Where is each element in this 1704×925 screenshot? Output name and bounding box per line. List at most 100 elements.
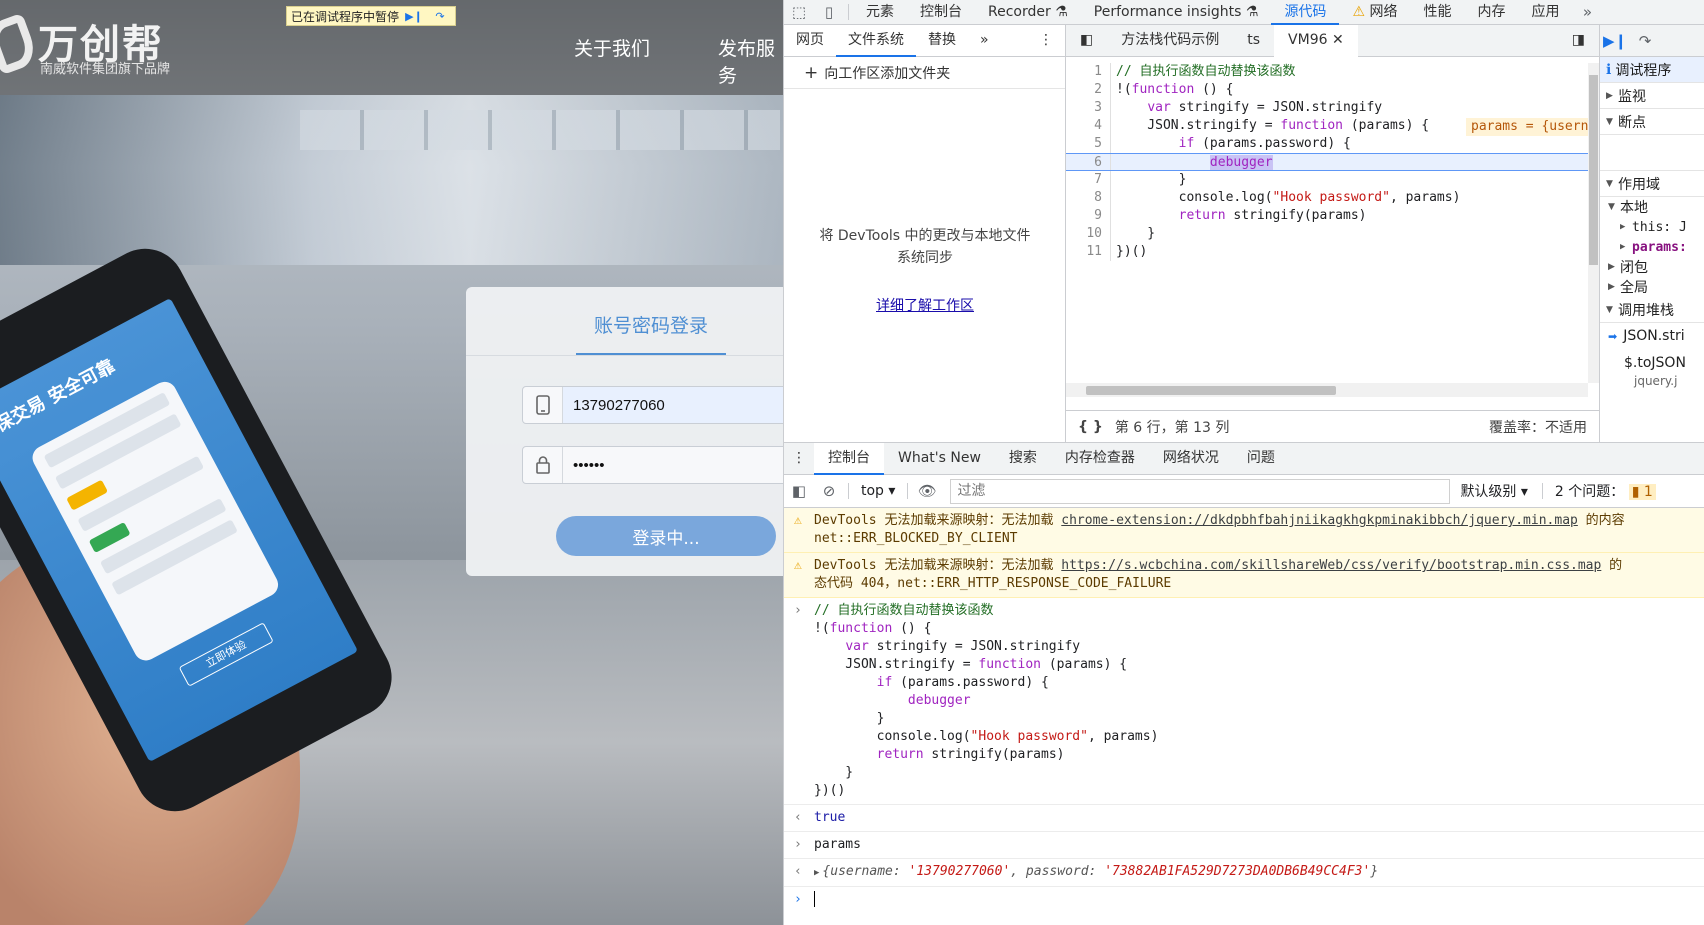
tab-memory[interactable]: 内存 [1464, 0, 1518, 25]
tab-application[interactable]: 应用 [1518, 0, 1572, 25]
background-windows [300, 110, 780, 150]
watch-section[interactable]: ▶ 监视 [1600, 83, 1704, 109]
nav-about[interactable]: 关于我们 [574, 34, 650, 61]
flask-icon: ⚗ [1245, 3, 1259, 20]
toggle-debugger-icon[interactable]: ◨ [1558, 25, 1599, 57]
callstack-section[interactable]: ▼ 调用堆栈 [1600, 297, 1704, 323]
editor-horizontal-scrollbar[interactable] [1066, 383, 1588, 397]
workspace-empty-text: 将 DevTools 中的更改与本地文件系统同步 [819, 228, 1031, 266]
callstack-frame-file[interactable]: jquery.j [1600, 373, 1704, 389]
tab-recorder[interactable]: Recorder ⚗ [975, 0, 1081, 25]
logo-icon[interactable] [0, 12, 40, 76]
debugger-toolbar: ▶❙ ↷ [1600, 25, 1704, 57]
drawer-tab-memory-inspector[interactable]: 内存检查器 [1051, 443, 1149, 475]
scope-closure[interactable]: ▶ 闭包 [1600, 257, 1704, 277]
drawer-tab-issues[interactable]: 问题 [1233, 443, 1289, 475]
inspect-element-icon[interactable]: ⬚ [784, 0, 814, 25]
drawer-tab-console[interactable]: 控制台 [814, 442, 884, 475]
code-line: 1// 自执行函数自动替换该函数 [1066, 63, 1588, 81]
add-folder-button[interactable]: + 向工作区添加文件夹 [784, 57, 1065, 89]
editor-tabs: ◧ 方法栈代码示例 ts VM96 ✕ ◨ [1066, 24, 1599, 57]
breakpoints-section[interactable]: ▼ 断点 [1600, 109, 1704, 135]
issues-count-badge: ▮ 1 [1628, 484, 1656, 500]
scope-section[interactable]: ▼ 作用域 [1600, 171, 1704, 197]
drawer-tab-network-conditions[interactable]: 网络状况 [1149, 443, 1233, 475]
drawer-menu-icon[interactable]: ⋮ [784, 443, 814, 475]
console-warning: ⚠ DevTools 无法加载来源映射：无法加载 chrome-extension… [784, 508, 1704, 553]
pretty-print-icon[interactable]: { } [1066, 419, 1115, 435]
expand-triangle-icon[interactable]: ▶ [814, 868, 819, 878]
nav-tab-page[interactable]: 网页 [784, 25, 836, 57]
login-tab-password[interactable]: 账号密码登录 [576, 311, 726, 338]
clear-console-icon[interactable]: ⊘ [814, 479, 844, 504]
website-viewport: 万创帮 南威软件集团旗下品牌 关于我们 发布服务 已在调试程序中暂停 ▶❙ ↷ … [0, 0, 783, 925]
nav-tab-overrides[interactable]: 替换 [916, 25, 968, 57]
scope-this[interactable]: ▶ this: J [1600, 217, 1704, 237]
logo-subtitle: 南威软件集团旗下品牌 [40, 62, 171, 77]
nav-publish[interactable]: 发布服务 [718, 34, 783, 88]
tab-performance-insights[interactable]: Performance insights ⚗ [1081, 0, 1272, 25]
kebab-menu-icon[interactable]: ⋮ [1027, 25, 1065, 57]
drawer-tab-search[interactable]: 搜索 [995, 443, 1051, 475]
mobile-phone-icon [523, 387, 563, 423]
console-filter-input[interactable] [950, 478, 1451, 504]
editor-vertical-scrollbar[interactable] [1588, 63, 1599, 383]
resume-icon[interactable]: ▶❙ [1600, 28, 1630, 53]
code-view[interactable]: 1// 自执行函数自动替换该函数 2 !(function () { 3 var … [1066, 63, 1588, 373]
scope-params[interactable]: ▶ params: [1600, 237, 1704, 257]
devtools-panel: ⬚ ▯ 元素 控制台 Recorder ⚗ Performance insigh… [783, 0, 1704, 925]
editor-tab-method-stack[interactable]: 方法栈代码示例 [1107, 25, 1233, 57]
sourcemap-link[interactable]: chrome-extension://dkdpbhfbahjniikagkhgk… [1061, 513, 1578, 528]
nav-tab-filesystem[interactable]: 文件系统 [836, 25, 916, 57]
lock-icon [523, 447, 563, 483]
console-prompt[interactable]: › [784, 887, 1704, 917]
phone-input[interactable] [563, 387, 783, 423]
more-nav-tabs-icon[interactable]: » [968, 25, 1001, 57]
code-line: 9 return stringify(params) [1066, 207, 1588, 225]
live-expression-eye-icon[interactable]: 👁 [912, 479, 942, 504]
breakpoints-content [1600, 135, 1704, 171]
scope-local[interactable]: ▼ 本地 [1600, 197, 1704, 217]
code-line-paused: 6 debugger [1066, 153, 1588, 171]
source-editor: ◧ 方法栈代码示例 ts VM96 ✕ ◨ 1// 自执行函数自动替换该函数 2… [1066, 24, 1599, 442]
tab-network[interactable]: ⚠ 网络 [1339, 0, 1410, 25]
callstack-frame[interactable]: $.toJSON [1600, 353, 1704, 373]
prompt-chevron-icon: › [794, 892, 802, 907]
more-tabs-icon[interactable]: » [1572, 0, 1602, 25]
console-input-code: params [814, 837, 861, 852]
input-chevron-icon: › [794, 603, 802, 618]
divider [466, 355, 783, 356]
tab-sources[interactable]: 源代码 [1271, 0, 1340, 25]
tab-performance[interactable]: 性能 [1410, 0, 1464, 25]
editor-tab-vm96[interactable]: VM96 ✕ [1274, 24, 1358, 57]
navigator-tabs: 网页 文件系统 替换 » ⋮ [784, 25, 1065, 57]
phone-payment-card [28, 377, 283, 665]
drawer-tab-whats-new[interactable]: What's New [884, 443, 995, 475]
device-toolbar-icon[interactable]: ▯ [814, 0, 844, 25]
log-level-dropdown[interactable]: 默认级别 ▾ [1450, 481, 1537, 501]
context-selector[interactable]: top ▾ [853, 483, 903, 499]
password-hash-value: '73882AB1FA529D7273DA0DB6B49CC4F3' [1104, 864, 1371, 879]
sidebar-toggle-icon[interactable]: ◧ [784, 479, 814, 504]
tab-network-label: 网络 [1369, 3, 1398, 20]
scope-global[interactable]: ▶ 全局 [1600, 277, 1704, 297]
tab-elements[interactable]: 元素 [853, 0, 907, 25]
tab-console[interactable]: 控制台 [907, 0, 975, 25]
issues-counter[interactable]: 2 个问题： ▮ 1 [1547, 481, 1656, 501]
step-over-icon[interactable]: ↷ [429, 8, 451, 24]
console-result[interactable]: ‹ ▶ {username: '13790277060', password: '7… [784, 859, 1704, 887]
callstack-frame[interactable]: ➡ JSON.stri [1600, 323, 1704, 349]
toggle-navigator-icon[interactable]: ◧ [1066, 25, 1107, 57]
step-over-icon[interactable]: ↷ [1630, 28, 1660, 53]
sourcemap-link[interactable]: https://s.wcbchina.com/skillshareWeb/css… [1061, 558, 1601, 573]
resume-icon[interactable]: ▶❙ [403, 8, 425, 24]
close-icon[interactable]: ✕ [1332, 32, 1344, 48]
tab-recorder-label: Recorder [988, 3, 1051, 20]
devtools-main-tabbar: ⬚ ▯ 元素 控制台 Recorder ⚗ Performance insigh… [784, 0, 1704, 25]
editor-tab-ts[interactable]: ts [1233, 25, 1274, 57]
drawer-tabs: ⋮ 控制台 What's New 搜索 内存检查器 网络状况 问题 [784, 442, 1704, 475]
learn-workspace-link[interactable]: 详细了解工作区 [784, 295, 1066, 315]
password-input[interactable] [563, 447, 783, 483]
warning-icon: ⚠ [794, 513, 802, 528]
login-button[interactable]: 登录中... [556, 516, 776, 556]
